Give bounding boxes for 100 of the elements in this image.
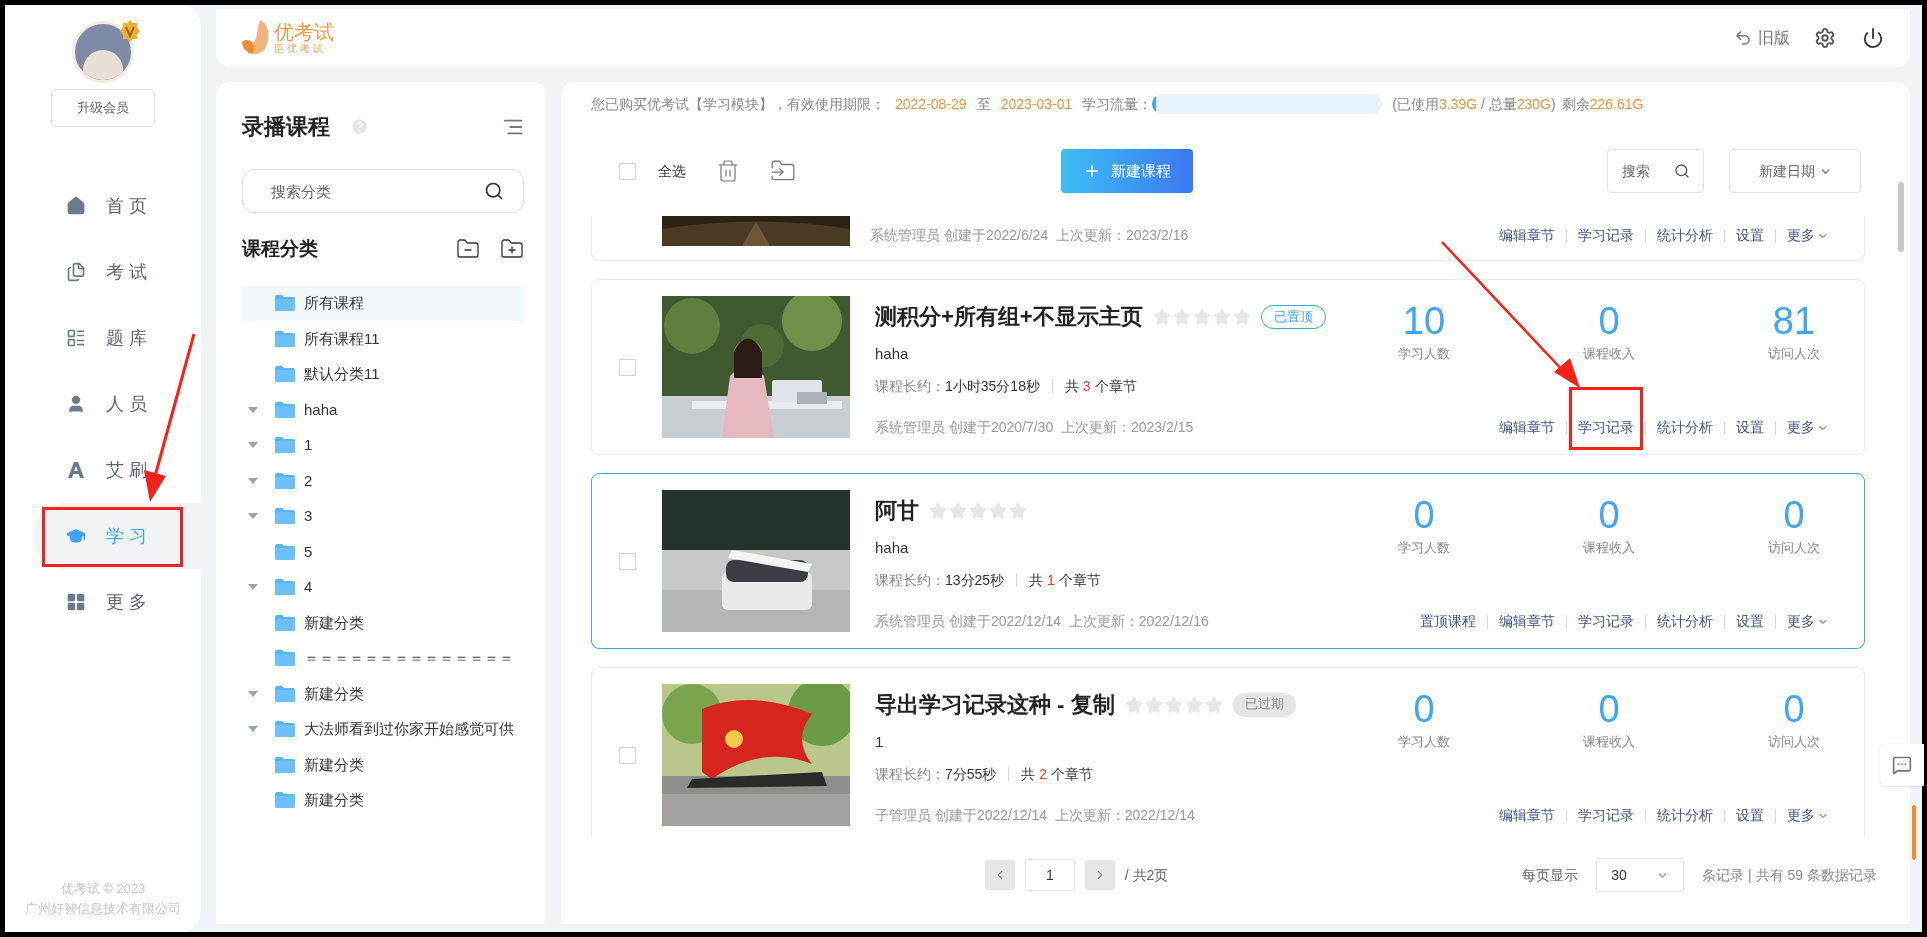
course-title[interactable]: 导出学习记录这种 - 复制 <box>875 688 1115 721</box>
course-card[interactable]: 导出学习记录这种 - 复制 已过期 1 课程长约：7分55秒 共 2 个章节 0 学习人数 0 课程收入 0 访问人次 子管理员 创建于2022/12/14 上次更新：2022/12/14 编辑章节 学习记录 统计分析 设置 更多 <box>591 667 1865 836</box>
category-item[interactable]: 新建分类 <box>242 676 524 712</box>
checkbox[interactable] <box>619 162 636 180</box>
category-item[interactable]: 2 <box>242 463 524 499</box>
star-icon[interactable] <box>1152 307 1171 326</box>
action-link[interactable]: 统计分析 <box>1657 807 1713 823</box>
star-icon[interactable] <box>989 501 1007 520</box>
more-menu-button[interactable]: 更多 <box>1787 225 1829 246</box>
stat-value: 0 <box>1783 493 1805 538</box>
nav-item[interactable]: 艾 刷 <box>33 437 201 503</box>
action-link[interactable]: 设置 <box>1736 227 1764 243</box>
settings-icon[interactable] <box>1814 27 1836 49</box>
category-item[interactable]: 3 <box>242 498 524 534</box>
star-icon[interactable] <box>929 501 947 520</box>
action-link[interactable]: 编辑章节 <box>1499 613 1555 629</box>
power-icon[interactable] <box>1862 27 1884 49</box>
action-link[interactable]: 统计分析 <box>1657 613 1713 629</box>
caret-icon[interactable] <box>248 477 258 484</box>
course-card[interactable]: 测积分+所有组+不显示主页 已置顶 haha 课程长约：1小时35分18秒 共 3 个章节 10 学习人数 0 课程收入 81 访问人次 系统管理员 创建于2020/7/30 上次更新：2023/2/15 编辑章节 学习记录 统计分析 设置 更多 <box>591 279 1865 455</box>
star-icon[interactable] <box>1172 307 1191 326</box>
action-link[interactable]: 设置 <box>1736 807 1764 823</box>
per-page-select[interactable]: 30 <box>1596 858 1685 892</box>
caret-icon[interactable] <box>248 442 258 449</box>
checkbox[interactable] <box>619 746 636 764</box>
star-icon[interactable] <box>949 501 967 520</box>
folder-icon <box>274 755 296 774</box>
nav-item[interactable]: 人 员 <box>33 371 201 437</box>
action-link[interactable]: 统计分析 <box>1657 227 1713 243</box>
old-version-button[interactable]: 旧版 <box>1734 26 1790 50</box>
action-link[interactable]: 编辑章节 <box>1499 227 1555 243</box>
star-icon[interactable] <box>1192 307 1211 326</box>
notice-text: 您已购买优考试【学习模块】，有效使用期限： 2022-08-29 至 2023-03-01 学习流量： <box>591 94 1153 114</box>
star-icon[interactable] <box>1164 695 1183 714</box>
star-icon[interactable] <box>1212 307 1231 326</box>
action-link[interactable]: 设置 <box>1736 613 1764 629</box>
action-link[interactable]: 学习记录 <box>1578 613 1634 629</box>
course-card[interactable]: 系统管理员 创建于2022/6/24 上次更新：2023/2/16 编辑章节 学习记录 统计分析 设置 更多 <box>591 216 1865 261</box>
category-item[interactable]: 所有课程 <box>242 285 524 321</box>
star-icon[interactable] <box>1204 695 1223 714</box>
category-item[interactable]: haha <box>242 392 524 428</box>
action-link[interactable]: 编辑章节 <box>1499 807 1555 823</box>
scrollbar-thumb <box>1898 182 1904 252</box>
course-title[interactable]: 测积分+所有组+不显示主页 <box>875 300 1143 333</box>
star-icon[interactable] <box>1232 307 1251 326</box>
action-link[interactable]: 置顶课程 <box>1420 613 1476 629</box>
next-page-button[interactable] <box>1084 860 1115 890</box>
category-item[interactable]: 新建分类 <box>242 782 524 818</box>
star-icon[interactable] <box>1009 501 1027 520</box>
course-search-field[interactable]: 搜索 <box>1607 149 1704 193</box>
star-icon[interactable] <box>1184 695 1203 714</box>
more-menu-button[interactable]: 更多 <box>1787 805 1829 826</box>
upgrade-button[interactable]: 升级会员 <box>51 89 155 127</box>
category-item[interactable]: 4 <box>242 569 524 605</box>
star-icon[interactable] <box>969 501 987 520</box>
more-menu-button[interactable]: 更多 <box>1787 417 1829 438</box>
help-icon[interactable] <box>350 117 369 136</box>
search-icon[interactable] <box>1674 163 1690 179</box>
category-item[interactable]: 默认分类11 <box>242 356 524 392</box>
star-icon[interactable] <box>1124 695 1143 714</box>
duration-value: 7分55秒 <box>945 764 997 784</box>
caret-icon[interactable] <box>248 726 258 733</box>
search-field[interactable]: 搜索分类 <box>242 169 524 213</box>
category-item[interactable]: 大法师看到过你家开始感觉可供 <box>242 711 524 747</box>
caret-icon[interactable] <box>248 513 258 520</box>
action-link[interactable]: 编辑章节 <box>1499 419 1555 435</box>
star-icon[interactable] <box>1144 695 1163 714</box>
caret-icon[interactable] <box>248 406 258 413</box>
category-item[interactable]: 新建分类 <box>242 605 524 641</box>
caret-icon[interactable] <box>248 690 258 697</box>
search-icon[interactable] <box>484 181 504 201</box>
stat-value: 0 <box>1598 687 1620 732</box>
category-item[interactable]: 所有课程11 <box>242 321 524 357</box>
caret-icon[interactable] <box>248 584 258 591</box>
trash-icon[interactable] <box>716 159 740 183</box>
nav-item[interactable]: 考 试 <box>33 239 201 305</box>
vip-badge-icon <box>118 19 142 43</box>
checkbox[interactable] <box>619 358 636 376</box>
sort-dropdown[interactable]: 新建日期 <box>1729 149 1861 193</box>
nav-item[interactable]: 首 页 <box>33 173 201 239</box>
action-link[interactable]: 设置 <box>1736 419 1764 435</box>
page-input[interactable]: 1 <box>1024 859 1075 891</box>
checkbox[interactable] <box>619 552 636 570</box>
action-link[interactable]: 统计分析 <box>1657 419 1713 435</box>
category-item[interactable]: 新建分类 <box>242 747 524 783</box>
category-item[interactable]: 5 <box>242 534 524 570</box>
action-link[interactable]: 学习记录 <box>1578 227 1634 243</box>
category-item[interactable]: 1 <box>242 427 524 463</box>
nav-item[interactable]: 题 库 <box>33 305 201 371</box>
select-all-label[interactable]: 全选 <box>658 160 686 182</box>
more-menu-button[interactable]: 更多 <box>1787 611 1829 632</box>
nav-item[interactable]: 更 多 <box>33 569 201 635</box>
feedback-button[interactable] <box>1880 744 1924 786</box>
course-title[interactable]: 阿甘 <box>875 494 919 527</box>
action-link[interactable]: 学习记录 <box>1578 807 1634 823</box>
action-link[interactable]: 学习记录 <box>1578 419 1634 435</box>
category-item[interactable]: ＝＝＝＝＝＝＝＝＝＝＝＝＝＝ <box>242 640 524 676</box>
chapter-count: 共 3 个章节 <box>1064 376 1137 396</box>
previous-page-button[interactable] <box>984 860 1015 890</box>
course-card[interactable]: 阿甘 haha 课程长约：13分25秒 共 1 个章节 0 学习人数 0 课程收入 0 访问人次 系统管理员 创建于2022/12/14 上次更新：2022/12/16 置顶课程 编辑章节 学习记录 统计分析 设置 更多 <box>591 473 1865 649</box>
